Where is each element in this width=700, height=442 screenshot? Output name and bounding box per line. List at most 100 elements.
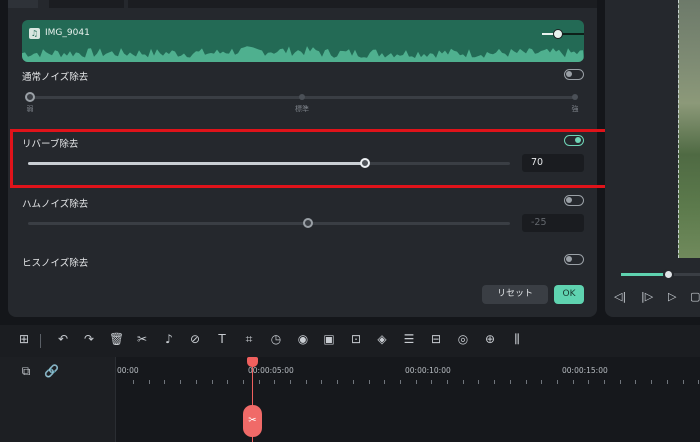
audio-clip-name: IMG_9041 — [45, 28, 90, 38]
hum-removal-label: ハムノイズ除去 — [22, 199, 89, 210]
highlight-box — [10, 129, 623, 188]
ruler-tick — [666, 380, 668, 384]
ruler-tick — [368, 380, 370, 384]
ruler-tick — [588, 380, 590, 384]
play-icon[interactable]: ▷ — [668, 290, 676, 303]
delete-icon[interactable]: 🗑 — [109, 332, 124, 346]
hum-removal-toggle[interactable] — [564, 195, 584, 206]
panel-tab[interactable] — [49, 0, 124, 8]
crop-icon[interactable]: ⌗ — [242, 332, 256, 347]
slider-tick-strong — [572, 94, 578, 100]
ruler-tick — [682, 380, 684, 384]
color-icon[interactable]: ◉ — [296, 332, 310, 346]
audio-edit-icon[interactable]: ♪ — [162, 332, 176, 346]
ruler-tick — [525, 380, 527, 384]
ruler-tick — [242, 380, 244, 384]
ruler-tick — [635, 380, 637, 384]
ruler-tick — [556, 380, 558, 384]
undo-icon[interactable]: ↶ — [56, 332, 70, 346]
ruler-tick — [572, 380, 574, 384]
panel-tab[interactable] — [128, 0, 597, 8]
audio-clip[interactable]: ♫ IMG_9041 — [22, 20, 584, 62]
ruler-tick — [431, 380, 433, 384]
ruler-tick — [164, 380, 166, 384]
ruler-tick — [195, 380, 197, 384]
ruler-tick — [337, 380, 339, 384]
normal-denoise-knob[interactable] — [25, 92, 35, 102]
ruler-tick — [509, 380, 511, 384]
panel-tab-strip — [8, 0, 597, 8]
ruler-tick — [180, 380, 182, 384]
ruler-label: 00:00:10:00 — [405, 366, 451, 375]
hum-removal-slider[interactable] — [28, 222, 510, 225]
normal-denoise-toggle[interactable] — [564, 69, 584, 80]
split-audio-icon[interactable]: ⊟ — [429, 332, 443, 346]
ruler-tick — [651, 380, 653, 384]
ruler-tick — [698, 380, 700, 384]
ruler-tick — [541, 380, 543, 384]
toggle-dot — [566, 256, 572, 262]
tick-label-standard: 標準 — [295, 105, 309, 113]
hum-removal-value[interactable]: -25 — [522, 214, 584, 232]
music-note-icon: ♫ — [29, 28, 40, 39]
ruler-tick — [148, 380, 150, 384]
tick-label-strong: 強 — [571, 105, 579, 113]
scissors-icon[interactable]: ✂ — [243, 405, 262, 437]
ruler-tick — [258, 380, 260, 384]
ruler-tick — [462, 380, 464, 384]
adjust-icon[interactable]: ☰ — [402, 332, 416, 346]
preview-progress-fill — [621, 273, 669, 276]
hiss-removal-toggle[interactable] — [564, 254, 584, 265]
slider-tick-standard — [299, 94, 305, 100]
tag-icon[interactable]: ⊘ — [188, 332, 202, 346]
audio-waveform — [22, 46, 584, 62]
add-track-icon[interactable]: ⧉ — [19, 364, 33, 379]
redo-icon[interactable]: ↷ — [82, 332, 96, 346]
step-play-icon[interactable]: |▷ — [641, 290, 653, 303]
speed-icon[interactable]: ◷ — [269, 332, 283, 346]
reset-button[interactable]: リセット — [482, 285, 548, 304]
toggle-dot — [566, 197, 572, 203]
ruler-tick — [321, 380, 323, 384]
stabilize-icon[interactable]: ⊡ — [349, 332, 363, 346]
link-icon[interactable]: 🔗 — [44, 364, 59, 378]
panel-tab-active[interactable] — [8, 0, 38, 8]
ruler-tick — [447, 380, 448, 384]
ruler-tick — [274, 380, 276, 384]
ruler-tick — [227, 380, 229, 384]
waveform-icon[interactable]: ⫼ — [510, 332, 524, 347]
ruler-label: 00:00:15:00 — [562, 366, 608, 375]
ruler-label: 00:00:05:00 — [248, 366, 294, 375]
prev-frame-icon[interactable]: ◁| — [614, 290, 626, 303]
layout-grid-icon[interactable]: ⊞ — [17, 332, 31, 346]
tick-label-weak: 弱 — [26, 105, 34, 113]
ruler-tick — [305, 380, 307, 384]
toggle-dot — [566, 71, 572, 77]
keyframe-icon[interactable]: ◈ — [375, 332, 389, 346]
hum-removal-knob[interactable] — [302, 218, 313, 228]
ruler-tick — [384, 380, 386, 384]
ruler-label: 00:00 — [117, 366, 139, 375]
ruler-tick — [478, 380, 480, 384]
ruler-tick — [133, 380, 134, 384]
ruler-tick — [494, 380, 496, 384]
toolbar-divider — [40, 334, 41, 348]
clip-volume-knob[interactable] — [552, 29, 563, 39]
voice-icon[interactable]: ◎ — [456, 332, 470, 346]
hiss-removal-label: ヒスノイズ除去 — [22, 258, 89, 269]
stop-icon[interactable]: ▢ — [690, 290, 700, 303]
video-preview[interactable] — [678, 0, 700, 258]
ruler-tick — [619, 380, 621, 384]
playhead-handle[interactable] — [247, 357, 258, 367]
ruler-tick — [604, 380, 605, 384]
mask-icon[interactable]: ▣ — [322, 332, 336, 346]
ok-button[interactable]: OK — [554, 285, 584, 304]
text-icon[interactable]: T — [215, 332, 229, 346]
cut-icon[interactable]: ✂ — [135, 332, 149, 346]
clip-volume-slider[interactable] — [542, 29, 584, 39]
preview-progress-slider[interactable] — [621, 269, 700, 280]
ai-icon[interactable]: ⊕ — [483, 332, 497, 346]
ruler-tick — [211, 380, 213, 384]
ruler-tick — [290, 380, 291, 384]
ruler-tick — [352, 380, 354, 384]
